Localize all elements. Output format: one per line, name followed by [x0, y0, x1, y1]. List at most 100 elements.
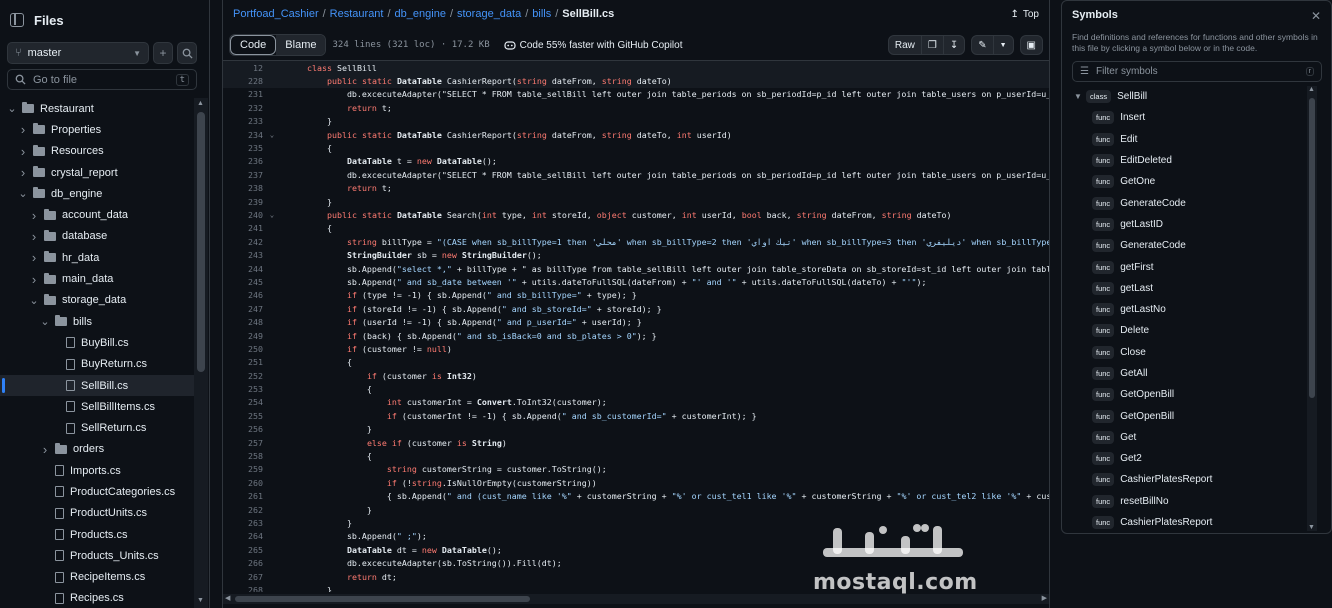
tree-file[interactable]: Recipes.cs	[0, 588, 194, 608]
tree-file[interactable]: ProductCategories.cs	[0, 481, 194, 502]
symbol-func-row[interactable]: func Close	[1072, 342, 1306, 363]
tree-folder[interactable]: ⌄ storage_data	[0, 290, 194, 311]
collapse-panel-icon[interactable]	[10, 13, 24, 27]
tree-file[interactable]: RecipeItems.cs	[0, 567, 194, 588]
line-number[interactable]: 246	[223, 290, 263, 300]
line-number[interactable]: 241	[223, 223, 263, 233]
line-number[interactable]: 252	[223, 371, 263, 381]
line-number[interactable]: 265	[223, 545, 263, 555]
symbol-func-row[interactable]: func CashierPlatesReport	[1072, 469, 1306, 490]
tab-code[interactable]: Code	[230, 35, 277, 55]
line-number[interactable]: 245	[223, 277, 263, 287]
symbol-func-row[interactable]: func EditDeleted	[1072, 150, 1306, 171]
chevron-down-icon[interactable]: ▼	[994, 36, 1013, 54]
tree-folder[interactable]: › crystal_report	[0, 162, 194, 183]
tree-file[interactable]: SellBill.cs	[0, 374, 194, 397]
tree-folder[interactable]: › Properties	[0, 119, 194, 140]
scrollbar-thumb[interactable]	[197, 112, 205, 372]
line-number[interactable]: 249	[223, 331, 263, 341]
line-number[interactable]: 237	[223, 170, 263, 180]
add-file-button[interactable]: +	[153, 42, 173, 64]
tree-folder[interactable]: ⌄ bills	[0, 311, 194, 332]
line-number[interactable]: 253	[223, 384, 263, 394]
symbol-class-row[interactable]: ▼ class SellBill	[1072, 86, 1306, 107]
line-number[interactable]: 228	[223, 76, 263, 86]
breadcrumb-link[interactable]: db_engine	[395, 8, 446, 20]
file-tree-scrollbar[interactable]: ▲ ▼	[194, 98, 208, 608]
line-number[interactable]: 255	[223, 411, 263, 421]
symbol-func-row[interactable]: func getLastNo	[1072, 299, 1306, 320]
raw-button[interactable]: Raw	[889, 36, 922, 54]
breadcrumb-link[interactable]: bills	[532, 8, 551, 20]
tree-folder[interactable]: › database	[0, 226, 194, 247]
pencil-icon[interactable]: ✎	[972, 36, 994, 54]
line-number[interactable]: 262	[223, 505, 263, 515]
line-number[interactable]: 250	[223, 344, 263, 354]
breadcrumb-link[interactable]: Portfoad_Cashier	[233, 8, 319, 20]
line-number[interactable]: 267	[223, 572, 263, 582]
line-number[interactable]: 268	[223, 585, 263, 592]
line-number[interactable]: 264	[223, 531, 263, 541]
branch-selector[interactable]: ⑂ master ▼	[7, 42, 149, 64]
symbol-func-row[interactable]: func Insert	[1072, 107, 1306, 128]
tree-file[interactable]: BuyReturn.cs	[0, 354, 194, 375]
symbol-func-row[interactable]: func GenerateCode	[1072, 192, 1306, 213]
symbol-func-row[interactable]: func Get2	[1072, 448, 1306, 469]
code-view[interactable]: 12 class SellBill 228 public static DataT…	[223, 60, 1049, 592]
line-number[interactable]: 254	[223, 397, 263, 407]
line-number[interactable]: 263	[223, 518, 263, 528]
tree-file[interactable]: SellBillItems.cs	[0, 396, 194, 417]
scroll-down-icon[interactable]: ▼	[1308, 524, 1315, 531]
scroll-up-icon[interactable]: ▲	[1308, 86, 1315, 93]
breadcrumb-link[interactable]: Restaurant	[330, 8, 384, 20]
tree-folder[interactable]: › Resources	[0, 141, 194, 162]
tree-file[interactable]: Products_Units.cs	[0, 545, 194, 566]
line-number[interactable]: 240	[223, 210, 263, 220]
symbol-func-row[interactable]: func Delete	[1072, 320, 1306, 341]
line-number[interactable]: 248	[223, 317, 263, 327]
symbol-func-row[interactable]: func GenerateCode	[1072, 235, 1306, 256]
line-number[interactable]: 251	[223, 357, 263, 367]
symbol-func-row[interactable]: func Get	[1072, 427, 1306, 448]
symbol-func-row[interactable]: func getLastID	[1072, 214, 1306, 235]
copilot-link[interactable]: Code 55% faster with GitHub Copilot	[504, 40, 682, 51]
scrollbar-thumb[interactable]	[1309, 98, 1315, 398]
tree-folder[interactable]: › orders	[0, 439, 194, 460]
line-number[interactable]: 231	[223, 89, 263, 99]
top-button[interactable]: ↥ Top	[1010, 9, 1039, 20]
symbol-func-row[interactable]: func Edit	[1072, 129, 1306, 150]
symbol-func-row[interactable]: func getFirst	[1072, 256, 1306, 277]
line-number[interactable]: 256	[223, 424, 263, 434]
line-number[interactable]: 236	[223, 156, 263, 166]
line-number[interactable]: 234	[223, 130, 263, 140]
symbol-func-row[interactable]: func CashierPlatesReport	[1072, 512, 1306, 533]
symbol-func-row[interactable]: func GetAll	[1072, 363, 1306, 384]
copy-icon[interactable]: ❐	[922, 36, 944, 54]
tree-folder[interactable]: ⌄ db_engine	[0, 183, 194, 204]
tree-file[interactable]: Imports.cs	[0, 460, 194, 481]
line-number[interactable]: 257	[223, 438, 263, 448]
go-to-file-input[interactable]: Go to file t	[7, 69, 197, 90]
symbols-scrollbar[interactable]: ▲ ▼	[1307, 86, 1317, 531]
fold-chevron-icon[interactable]: ⌄	[263, 131, 281, 139]
close-icon[interactable]: ✕	[1311, 9, 1321, 23]
line-number[interactable]: 243	[223, 250, 263, 260]
line-number[interactable]: 235	[223, 143, 263, 153]
tree-folder[interactable]: › account_data	[0, 204, 194, 225]
line-number[interactable]: 233	[223, 116, 263, 126]
line-number[interactable]: 238	[223, 183, 263, 193]
tree-folder[interactable]: › hr_data	[0, 247, 194, 268]
tree-folder[interactable]: ⌄ Restaurant	[0, 98, 194, 119]
line-number[interactable]: 266	[223, 558, 263, 568]
scrollbar-thumb[interactable]	[235, 596, 530, 602]
symbol-func-row[interactable]: func GetOpenBill	[1072, 384, 1306, 405]
symbol-func-row[interactable]: func GetOpenBill	[1072, 405, 1306, 426]
tree-file[interactable]: SellReturn.cs	[0, 417, 194, 438]
symbol-func-row[interactable]: func GetOne	[1072, 171, 1306, 192]
fold-chevron-icon[interactable]: ⌄	[263, 211, 281, 219]
line-number[interactable]: 239	[223, 197, 263, 207]
breadcrumb-link[interactable]: storage_data	[457, 8, 521, 20]
symbols-panel-icon[interactable]: ▣	[1021, 36, 1042, 54]
line-number[interactable]: 247	[223, 304, 263, 314]
scroll-up-icon[interactable]: ▲	[197, 100, 204, 107]
